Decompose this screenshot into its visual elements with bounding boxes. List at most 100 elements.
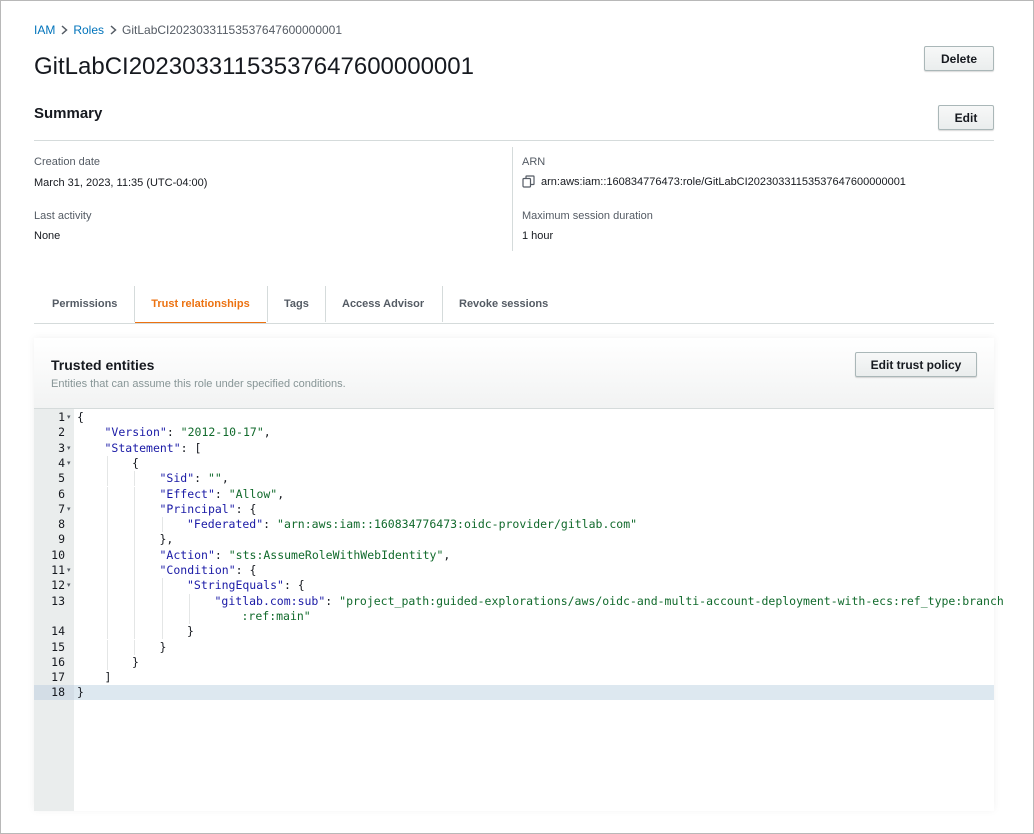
code-line: "Condition": { [160,563,257,578]
last-activity-label: Last activity [34,210,92,222]
json-key: "Version" [104,425,167,440]
indent-guide [134,486,135,502]
code-line: { [132,456,139,471]
indent-guide [134,624,135,640]
tab-access-advisor[interactable]: Access Advisor [342,286,424,322]
tab-permissions[interactable]: Permissions [52,286,117,322]
delete-button[interactable]: Delete [924,46,994,71]
breadcrumb-iam[interactable]: IAM [34,23,55,37]
max-session-value: 1 hour [522,230,554,242]
fold-arrow-icon[interactable]: ▾ [67,578,71,593]
indent-guide [134,639,135,655]
tabs-divider [34,323,994,324]
json-punctuation: , [277,486,285,501]
last-activity-value: None [34,230,61,242]
indent-guide [106,455,108,472]
policy-code-editor[interactable]: 1 ▾{2 "Version": "2012-10-17", 3 ▾ "Statement… [34,408,1004,811]
code-line: "Principal": { [160,502,257,517]
indent-guide [106,547,108,563]
json-key: "StringEquals" [187,578,284,593]
code-line: "Federated": "arn:aws:iam::160834776473:… [187,517,637,532]
arn-label: ARN [522,156,546,168]
code-line: "Version": "2012-10-17", [105,425,271,440]
edit-trust-policy-button[interactable]: Edit trust policy [855,352,977,377]
json-punctuation: : [214,547,229,562]
json-key: "Condition" [159,563,236,577]
arn-row: arn:aws:iam::160834776473:role/GitLabCI2… [522,175,906,188]
line-number: 13 [51,593,65,608]
breadcrumb-roles[interactable]: Roles [73,23,104,37]
code-line: "Statement": [ [105,441,202,456]
tab-revoke-sessions[interactable]: Revoke sessions [459,286,548,322]
json-key: "Action" [159,547,215,562]
json-string: "project_path:guided-explorations/aws/oi… [339,593,1004,608]
json-punctuation: , [443,547,451,562]
line-number: 1 [58,410,65,424]
line-number: 9 [58,532,65,547]
fold-arrow-icon[interactable]: ▾ [67,502,71,517]
json-punctuation: { [132,455,139,470]
fold-arrow-icon[interactable]: ▾ [67,410,71,425]
indent-guide [106,563,108,579]
code-line: ] [105,670,112,685]
tab-trust-relationships[interactable]: Trust relationships [135,286,266,324]
indent-guide [161,608,163,625]
line-number: 8 [58,517,65,532]
page-title: GitLabCI20230331153537647600000001 [34,53,474,80]
chevron-right-icon [104,25,122,35]
indent-guide [134,547,135,563]
fold-arrow-icon[interactable]: ▾ [67,563,71,578]
tab-separator [442,286,443,322]
json-key: "gitlab.com:sub" [214,593,326,608]
code-line: } [187,624,194,639]
code-line: } [77,685,84,700]
code-line: } [132,655,139,670]
line-number: 4 [58,455,65,470]
indent-guide [189,593,190,609]
json-punctuation: } [187,624,194,639]
indent-guide [134,563,135,579]
summary-title: Summary [34,105,103,122]
json-string: "sts:AssumeRoleWithWebIdentity" [228,547,444,562]
indent-guide [106,624,108,640]
line-number: 3 [58,440,65,455]
indent-guide [106,654,108,671]
line-number: 17 [51,670,65,685]
fold-arrow-icon[interactable]: ▾ [67,441,71,456]
line-number: 7 [58,501,65,516]
json-punctuation: } [132,654,139,669]
divider [34,140,994,141]
line-number: 10 [51,547,65,562]
json-string: "Allow" [228,486,278,501]
indent-guide [106,471,108,487]
json-punctuation: : { [283,578,305,593]
copy-icon[interactable] [522,175,535,188]
json-punctuation: : [263,517,278,532]
code-line: "Effect": "Allow", [160,487,285,502]
code-line: "Sid": "", [160,471,229,486]
breadcrumb: IAM Roles GitLabCI2023033115353764760000… [34,22,342,38]
line-number: 12 [51,578,65,593]
indent-guide [161,593,163,609]
indent-guide [106,486,108,502]
creation-date-value: March 31, 2023, 11:35 (UTC-04:00) [34,177,208,189]
json-punctuation: , [221,471,229,486]
json-punctuation: } [159,639,167,654]
code-line: { [77,410,84,425]
indent-guide [134,501,135,518]
line-number: 2 [58,425,65,440]
fold-arrow-icon[interactable]: ▾ [67,456,71,471]
edit-button[interactable]: Edit [938,105,994,130]
indent-guide [161,517,163,533]
json-punctuation: : [325,593,340,608]
line-number: 15 [51,639,65,654]
line-number: 16 [51,654,65,669]
json-string: :ref:main" [241,608,311,623]
line-number: 11 [51,563,65,577]
code-area[interactable] [74,409,994,811]
creation-date-label: Creation date [34,156,101,168]
json-key: "Statement" [104,440,181,455]
json-key: "Principal" [159,501,236,516]
tab-tags[interactable]: Tags [284,286,309,322]
line-number: 18 [51,685,65,700]
